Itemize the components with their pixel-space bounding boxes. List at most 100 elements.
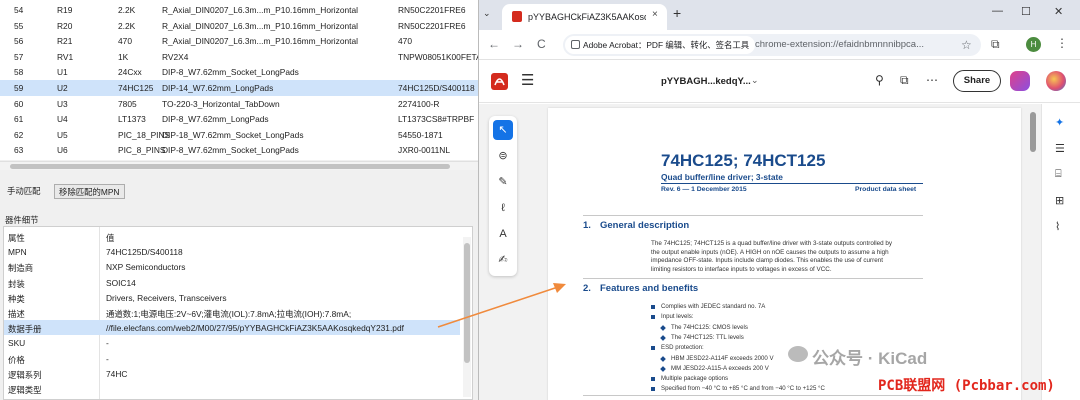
bookmark-star-icon[interactable]: ☆ [961, 38, 972, 52]
square-bullet-icon [651, 315, 655, 320]
row-mpn: JXR0-0011NL [398, 145, 450, 156]
square-bullet-icon [651, 305, 655, 309]
browser-toolbar: ← → C Adobe Acrobat：PDF 编辑、转化、签名工具 chrom… [479, 30, 1080, 60]
tab-search-icon[interactable]: ⌄ [483, 8, 491, 19]
datasheet-title: 74HC125; 74HCT125 [661, 151, 826, 170]
bom-row[interactable]: 55 R20 2.2K R_Axial_DIN0207_L6.3m...m_P10.1… [0, 18, 478, 34]
bom-row[interactable]: 61 U4 LT1373 DIP-8_W7.62mm_LongPads LT1373CS… [0, 111, 478, 127]
detail-row[interactable]: 属性 值 [4, 229, 460, 244]
scrollbar-thumb[interactable] [464, 243, 470, 363]
section-divider [583, 215, 923, 216]
square-bullet-icon [651, 377, 655, 382]
bookmark-panel-icon[interactable]: ⌸ [1055, 168, 1062, 181]
row-index: 61 [14, 114, 24, 125]
highlight-tool[interactable]: ✎ [493, 172, 513, 192]
address-bar[interactable]: Adobe Acrobat：PDF 编辑、转化、签名工具 chrome-exte… [563, 34, 981, 56]
detail-row[interactable]: 逻辑类型 [4, 381, 460, 396]
detail-value: 通道数:1;电源电压:2V~6V;灌电流(IOL):7.8mA;拉电流(IOH)… [106, 309, 352, 319]
attachments-icon[interactable]: ⌇ [1055, 220, 1060, 233]
page-view-icon[interactable]: ⧉ [900, 73, 909, 88]
extensions-icon[interactable]: ⧉ [991, 37, 1000, 52]
thumbnails-icon[interactable]: ⊞ [1055, 194, 1064, 207]
detail-row[interactable]: 种类 Drivers, Receivers, Transceivers [4, 290, 460, 305]
title-rule [661, 183, 923, 184]
row-value: 1K [118, 51, 129, 62]
section-number: 1. [583, 220, 591, 231]
detail-row[interactable]: SKU - [4, 335, 460, 350]
site-info-chip[interactable]: Adobe Acrobat：PDF 编辑、转化、签名工具 [565, 36, 756, 54]
detail-row[interactable]: 封装 SOIC14 [4, 275, 460, 290]
acrobat-menu-icon[interactable]: ☰ [521, 71, 534, 89]
maximize-button[interactable]: ☐ [1021, 5, 1031, 18]
more-options-icon[interactable]: ⋯ [926, 73, 938, 87]
scrollbar-thumb[interactable] [1030, 112, 1036, 152]
row-footprint: DIP-18_W7.62mm_Socket_LongPads [162, 129, 304, 140]
site-chip-label: Adobe Acrobat：PDF 编辑、转化、签名工具 [583, 40, 750, 50]
bom-row[interactable]: 60 U3 7805 TO-220-3_Horizontal_TabDown 22741… [0, 96, 478, 112]
comment-tool[interactable]: ⊜ [493, 146, 513, 166]
manual-match-button[interactable]: 手动匹配 [3, 184, 45, 199]
url-text[interactable]: chrome-extension://efaidnbmnnnibpca... [755, 39, 951, 50]
pdf-vertical-scrollbar[interactable] [1029, 112, 1037, 382]
detail-row[interactable]: MPN 74HC125D/S400118 [4, 244, 460, 259]
ai-assistant-icon[interactable]: ✦ [1055, 116, 1064, 129]
tab-close-icon[interactable]: × [652, 9, 658, 20]
details-vertical-scrollbar[interactable] [463, 237, 471, 397]
share-button[interactable]: Share [953, 70, 1001, 92]
row-footprint: DIP-8_W7.62mm_LongPads [162, 114, 269, 125]
search-icon[interactable]: ⚲ [875, 73, 884, 87]
comments-panel-icon[interactable]: ☰ [1055, 142, 1065, 155]
text-tool[interactable]: A [493, 224, 513, 244]
detail-row[interactable]: 逻辑系列 74HC [4, 366, 460, 381]
chevron-down-icon[interactable]: ⌄ [751, 75, 759, 86]
new-tab-button[interactable]: + [673, 5, 681, 21]
detail-row[interactable]: 描述 通道数:1;电源电压:2V~6V;灌电流(IOL):7.8mA;拉电流(IO… [4, 305, 460, 320]
bom-row[interactable]: 56 R21 470 R_Axial_DIN0207_L6.3m...m_P10.16… [0, 33, 478, 49]
document-name[interactable]: pYYBAGH...kedqY... [661, 76, 751, 87]
bom-row[interactable]: 59 U2 74HC125 DIP-14_W7.62mm_LongPads 74HC12… [0, 80, 478, 96]
feature-text: Multiple package options [661, 375, 729, 383]
row-value: 24Cxx [118, 67, 142, 78]
section-divider [583, 278, 923, 279]
detail-key: 逻辑类型 [8, 385, 42, 395]
bom-row[interactable]: 57 RV1 1K RV2X4 TNPW08051K00FETA [0, 49, 478, 65]
draw-tool[interactable]: ℓ [493, 198, 513, 218]
sign-tool[interactable]: ✍ [493, 250, 513, 270]
browser-window: ⌄ pYYBAGHCkFiAZ3K5AAKosqk × + — ☐ ✕ ← → … [478, 0, 1080, 400]
detail-row[interactable]: 价格 - [4, 351, 460, 366]
ai-assistant-button[interactable] [1010, 71, 1030, 91]
remove-matched-mpn-button[interactable]: 移除匹配的MPN [54, 184, 125, 199]
row-reference: R21 [57, 36, 73, 47]
profile-avatar[interactable]: H [1026, 37, 1041, 52]
bom-row[interactable]: 62 U5 PIC_18_PINS DIP-18_W7.62mm_Socket_Lon… [0, 127, 478, 143]
browser-menu-icon[interactable]: ⋮ [1056, 36, 1068, 50]
select-tool[interactable]: ↖ [493, 120, 513, 140]
minimize-button[interactable]: — [992, 5, 1003, 17]
forward-button[interactable]: → [512, 37, 524, 51]
row-index: 58 [14, 67, 24, 78]
tab-pdf[interactable]: pYYBAGHCkFiAZ3K5AAKosqk × [502, 4, 667, 30]
back-button[interactable]: ← [488, 37, 500, 51]
bom-row[interactable]: 58 U1 24Cxx DIP-8_W7.62mm_Socket_LongPads [0, 64, 478, 80]
row-footprint: R_Axial_DIN0207_L6.3m...m_P10.16mm_Horiz… [162, 5, 358, 15]
detail-row[interactable]: 制造商 NXP Semiconductors [4, 259, 460, 274]
detail-value: Drivers, Receivers, Transceivers [106, 292, 227, 303]
reload-button[interactable]: C [537, 37, 546, 51]
row-footprint: RV2X4 [162, 51, 189, 62]
detail-row[interactable]: 数据手册 //file.elecfans.com/web2/M00/27/95/p… [4, 320, 460, 336]
scrollbar-thumb[interactable] [10, 164, 450, 169]
bom-row[interactable]: 54 R19 2.2K R_Axial_DIN0207_L6.3m...m_P10.1… [0, 2, 478, 18]
bom-horizontal-scrollbar[interactable] [0, 161, 478, 170]
row-footprint: DIP-8_W7.62mm_Socket_LongPads [162, 145, 299, 156]
detail-key: 封装 [8, 278, 25, 289]
close-window-button[interactable]: ✕ [1054, 5, 1063, 18]
detail-key: 制造商 [8, 263, 34, 274]
row-footprint: R_Axial_DIN0207_L6.3m...m_P10.16mm_Horiz… [162, 36, 358, 47]
diamond-bullet-icon [660, 324, 666, 331]
detail-key: 数据手册 [8, 324, 42, 335]
acrobat-avatar[interactable] [1046, 71, 1066, 91]
wechat-watermark: 公众号 · KiCad [812, 349, 928, 368]
quick-tools-rail: ↖ ⊜ ✎ ℓ A ✍ [489, 116, 517, 276]
row-reference: U2 [57, 83, 68, 93]
bom-row[interactable]: 63 U6 PIC_8_PINS DIP-8_W7.62mm_Socket_LongP… [0, 142, 478, 158]
